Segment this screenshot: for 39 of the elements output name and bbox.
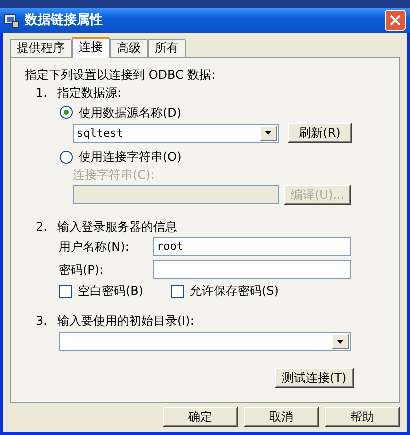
tab[interactable]: 提供程序 xyxy=(10,39,72,57)
step-heading: 输入要使用的初始目录(I): xyxy=(57,314,194,328)
window-title: 数据链接属性 xyxy=(25,12,103,28)
step-number: 2. xyxy=(36,220,48,234)
dropdown-button[interactable] xyxy=(260,126,277,141)
checkbox-label: 允许保存密码(S) xyxy=(190,284,279,299)
dropdown-field[interactable] xyxy=(59,332,351,352)
dropdown-field[interactable]: sqltest xyxy=(73,124,279,143)
step-heading: 输入登录服务器的信息 xyxy=(57,220,178,234)
refresh-button[interactable]: 刷新(R) xyxy=(288,123,352,144)
checkbox[interactable] xyxy=(59,285,72,298)
field-label: 密码(P): xyxy=(59,262,105,278)
input-field[interactable] xyxy=(153,260,351,280)
instruction-text: 指定下列设置以连接到 ODBC 数据: xyxy=(25,68,216,82)
caret-icon xyxy=(337,340,344,344)
radio-button[interactable] xyxy=(60,106,73,120)
radio-button[interactable] xyxy=(60,150,73,164)
dialog-button[interactable]: 确定 xyxy=(163,407,238,427)
dialog-button[interactable]: 帮助 xyxy=(325,407,400,427)
window-icon xyxy=(4,12,20,28)
tab[interactable]: 连接 xyxy=(72,37,110,58)
dropdown-button[interactable] xyxy=(332,334,349,350)
field-label: 用户名称(N): xyxy=(59,240,130,254)
test-connection-button[interactable]: 测试连接(T) xyxy=(275,368,354,388)
step-number: 3. xyxy=(36,314,48,328)
tab[interactable]: 所有 xyxy=(148,39,186,57)
close-icon xyxy=(390,15,401,26)
step-number: 1. xyxy=(36,86,48,101)
radio-label: 使用连接字符串(O) xyxy=(79,150,182,165)
tab[interactable]: 高级 xyxy=(110,39,148,57)
caret-icon xyxy=(265,131,272,136)
dialog-button[interactable]: 取消 xyxy=(244,407,319,427)
checkbox-label: 空白密码(B) xyxy=(78,284,144,299)
radio-label: 使用数据源名称(D) xyxy=(79,106,182,120)
step-heading: 指定数据源: xyxy=(57,86,122,101)
field-label: 连接字符串(C): xyxy=(73,168,155,182)
close-button[interactable] xyxy=(385,10,406,31)
checkbox[interactable] xyxy=(171,285,184,298)
input-field[interactable]: root xyxy=(153,237,351,256)
